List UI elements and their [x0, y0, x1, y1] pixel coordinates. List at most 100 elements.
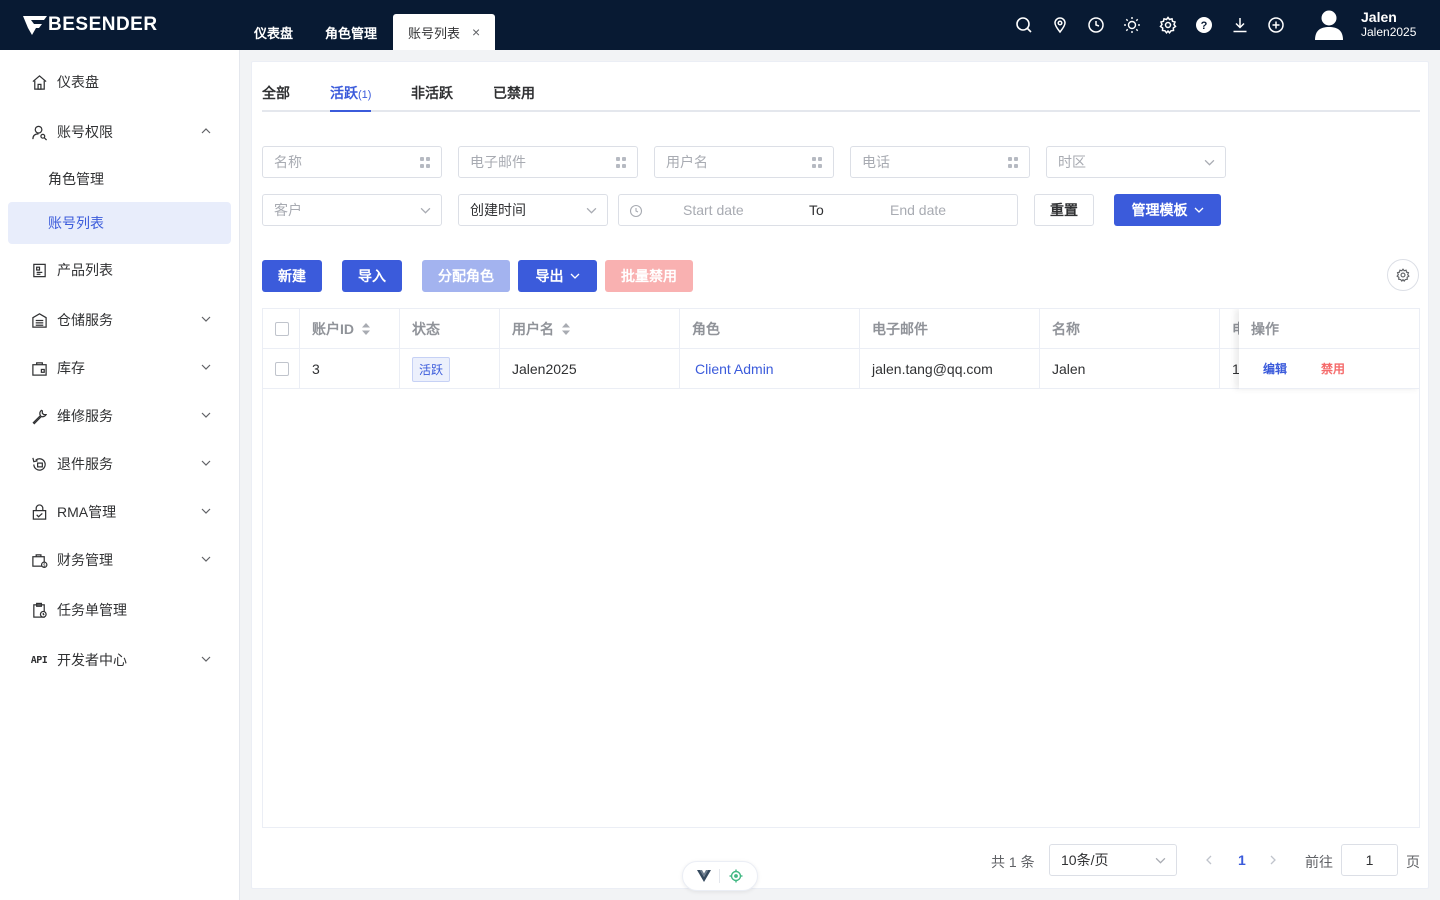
help-icon[interactable]: ? — [1192, 13, 1216, 37]
sidebar-item-warehouse[interactable]: 仓储服务 — [8, 300, 231, 340]
sun-icon[interactable] — [1120, 13, 1144, 37]
page-size-select[interactable]: 10条/页 — [1049, 844, 1177, 876]
tab-all[interactable]: 全部 — [262, 83, 290, 103]
column-settings-button[interactable] — [1387, 259, 1419, 291]
customer-placeholder: 客户 — [274, 202, 302, 218]
export-button[interactable]: 导出 — [518, 260, 597, 292]
sidebar-item-finance[interactable]: $ 财务管理 — [8, 540, 231, 580]
add-circle-icon[interactable] — [1264, 13, 1288, 37]
column-label: 用户名 — [512, 321, 554, 337]
date-type-select[interactable]: 创建时间 — [458, 194, 608, 226]
logo-mark-icon — [23, 16, 47, 35]
user-key-icon — [30, 123, 48, 141]
sort-icon[interactable] — [561, 322, 571, 336]
timezone-select[interactable]: 时区 — [1046, 146, 1226, 178]
chevron-down-icon — [586, 207, 597, 214]
rma-icon — [30, 503, 48, 521]
chevron-left-icon[interactable] — [1204, 853, 1214, 867]
sidebar-item-returns[interactable]: 退件服务 — [8, 444, 231, 484]
column-label: 角色 — [692, 321, 720, 337]
cell-status: 活跃 — [400, 349, 500, 389]
brand-name: BESENDER — [48, 14, 158, 35]
chevron-down-icon — [201, 316, 211, 322]
start-date-input[interactable]: Start date — [683, 202, 744, 218]
page-tabs: 仪表盘 角色管理 账号列表 × — [238, 14, 496, 50]
top-toolbar: ? — [1012, 13, 1300, 37]
product-icon — [30, 261, 48, 279]
cell-username: Jalen2025 — [500, 349, 680, 389]
column-account-id[interactable]: 账户ID — [300, 309, 400, 349]
sort-icon[interactable] — [361, 322, 371, 336]
button-label: 分配角色 — [438, 268, 494, 284]
customer-select[interactable]: 客户 — [262, 194, 442, 226]
sidebar-item-role-management[interactable]: 角色管理 — [8, 159, 231, 199]
api-icon: API — [30, 654, 48, 666]
page-number-current[interactable]: 1 — [1238, 852, 1246, 868]
brand-logo[interactable]: BESENDER — [22, 12, 158, 38]
tab-label: 已禁用 — [493, 85, 535, 101]
end-date-input[interactable]: End date — [890, 202, 946, 218]
finance-icon: $ — [30, 551, 48, 569]
sidebar-item-repair[interactable]: 维修服务 — [8, 396, 231, 436]
user-menu[interactable]: Jalen Jalen2025 — [1312, 9, 1416, 41]
clock-icon[interactable] — [1084, 13, 1108, 37]
target-icon[interactable] — [729, 869, 743, 883]
phone-input[interactable]: 电话 — [850, 146, 1030, 178]
tab-label: 非活跃 — [411, 85, 453, 101]
sidebar-item-developer[interactable]: API 开发者中心 — [8, 640, 231, 680]
gear-icon[interactable] — [1156, 13, 1180, 37]
grid-icon — [1008, 157, 1019, 168]
tab-active[interactable]: 活跃(1) — [330, 83, 371, 103]
tab-inactive[interactable]: 非活跃 — [411, 83, 453, 103]
floating-dev-toolbar — [682, 861, 758, 891]
edit-link[interactable]: 编辑 — [1263, 360, 1287, 377]
download-icon[interactable] — [1228, 13, 1252, 37]
manage-template-button[interactable]: 管理模板 — [1114, 194, 1221, 226]
disable-link[interactable]: 禁用 — [1321, 360, 1345, 377]
username-input[interactable]: 用户名 — [654, 146, 834, 178]
grid-icon — [420, 157, 431, 168]
reset-button[interactable]: 重置 — [1034, 194, 1094, 226]
search-icon[interactable] — [1012, 13, 1036, 37]
assign-role-button[interactable]: 分配角色 — [422, 260, 510, 292]
sidebar-item-tasks[interactable]: 任务单管理 — [8, 590, 231, 630]
tab-label: 活跃 — [330, 85, 358, 101]
column-username[interactable]: 用户名 — [500, 309, 680, 349]
page-tab-label: 账号列表 — [408, 25, 461, 41]
select-all-checkbox[interactable] — [275, 322, 289, 336]
sidebar-item-products[interactable]: 产品列表 — [8, 250, 231, 290]
page-tab-accounts[interactable]: 账号列表 × — [393, 14, 496, 50]
close-icon[interactable]: × — [472, 24, 480, 40]
button-label: 新建 — [278, 268, 306, 284]
column-status: 状态 — [400, 309, 500, 349]
sidebar-item-inventory[interactable]: 库存 — [8, 348, 231, 388]
row-checkbox[interactable] — [275, 362, 289, 376]
date-range-picker[interactable]: Start date To End date — [618, 194, 1018, 226]
email-input[interactable]: 电子邮件 — [458, 146, 638, 178]
tab-disabled[interactable]: 已禁用 — [493, 83, 535, 103]
phone-placeholder: 电话 — [862, 154, 890, 170]
timezone-placeholder: 时区 — [1058, 154, 1086, 170]
role-link[interactable]: Client Admin — [695, 361, 774, 377]
column-label: 账户ID — [312, 321, 354, 337]
sidebar-item-account-permissions[interactable]: 账号权限 — [8, 112, 231, 152]
sidebar-item-dashboard[interactable]: 仪表盘 — [8, 62, 231, 102]
import-button[interactable]: 导入 — [342, 260, 402, 292]
tab-count: (1) — [358, 89, 372, 101]
sidebar-item-account-list[interactable]: 账号列表 — [8, 202, 231, 244]
main-panel: 全部 活跃(1) 非活跃 已禁用 名称 电子邮件 用户名 电话 时区 客户 创建… — [251, 61, 1429, 889]
return-icon — [30, 455, 48, 473]
location-pin-icon[interactable] — [1048, 13, 1072, 37]
sidebar-item-rma[interactable]: RMA管理 — [8, 492, 231, 532]
goto-page-input[interactable] — [1341, 844, 1398, 876]
page-tab-roles[interactable]: 角色管理 — [309, 14, 393, 50]
chevron-right-icon[interactable] — [1268, 853, 1278, 867]
batch-disable-button[interactable]: 批量禁用 — [605, 260, 693, 292]
sidebar-item-label: 开发者中心 — [57, 652, 127, 668]
new-button[interactable]: 新建 — [262, 260, 322, 292]
button-label: 重置 — [1050, 202, 1078, 218]
page-tab-dashboard[interactable]: 仪表盘 — [238, 14, 309, 50]
goto-label: 前往 — [1305, 854, 1333, 870]
vue-logo-icon[interactable] — [697, 870, 712, 882]
name-input[interactable]: 名称 — [262, 146, 442, 178]
